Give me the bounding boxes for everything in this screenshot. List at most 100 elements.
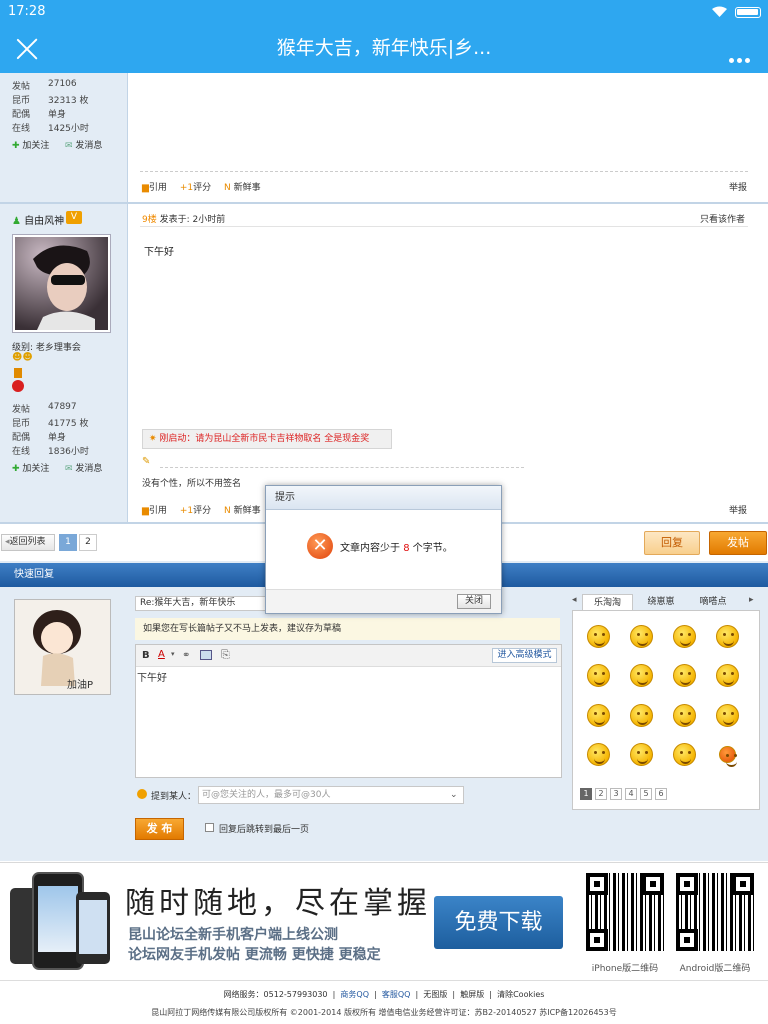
emoji-wave-icon[interactable]: [673, 743, 696, 766]
emoji-cry-icon[interactable]: [673, 704, 696, 727]
plus-icon: ✚: [12, 141, 20, 151]
footer-copyright: 昆山阿拉丁网络传媒有限公司版权所有 ©2001-2014 版权所有 增值电信业务…: [151, 1008, 617, 1017]
post2-follow-button[interactable]: ✚ 加关注: [12, 461, 49, 474]
business-qq-link[interactable]: 商务QQ: [340, 990, 369, 999]
post2-username[interactable]: ♟ 自由风神: [12, 212, 64, 227]
mention-label: 提到某人：: [151, 792, 197, 802]
emoji-tab-1[interactable]: 乐淘淘: [582, 594, 633, 610]
post1-message-button[interactable]: ✉ 发消息: [65, 138, 102, 151]
fresh-icon: N: [223, 506, 231, 516]
sparkle-icon: ✷: [149, 434, 157, 444]
reply-button[interactable]: 回复: [644, 531, 700, 555]
phones-image: [10, 870, 110, 972]
emoji-kiss-icon[interactable]: [630, 625, 653, 648]
emoji-next-icon[interactable]: ▸: [749, 595, 754, 605]
emoji-page-3[interactable]: 3: [610, 788, 622, 800]
floor-number: 9楼: [142, 215, 157, 225]
editor-text: 下午好: [137, 673, 167, 684]
emoji-page-4[interactable]: 4: [625, 788, 637, 800]
emoji-smug-icon[interactable]: [716, 704, 739, 727]
emoji-tab-3[interactable]: 嘀嗒点: [688, 594, 738, 610]
post1-quote-button[interactable]: ▆引用: [142, 183, 167, 193]
emoji-tab-2[interactable]: 绕崽崽: [636, 594, 686, 610]
only-author-link[interactable]: 只看该作者: [700, 212, 745, 225]
fresh-icon: N: [223, 183, 231, 193]
emoji-prev-icon[interactable]: ◂: [572, 595, 577, 605]
link-icon[interactable]: ⚭: [182, 650, 190, 661]
pencil-icon: ✎: [142, 456, 151, 467]
image-icon[interactable]: [200, 650, 212, 660]
avatar[interactable]: [12, 234, 111, 333]
emoji-yawn-icon[interactable]: [587, 664, 610, 687]
emoji-love-icon[interactable]: [587, 743, 610, 766]
quote-icon: ▆: [142, 183, 149, 193]
chevron-down-icon[interactable]: ▾: [171, 650, 175, 658]
emoji-cool-icon[interactable]: [673, 625, 696, 648]
quote-icon: ▆: [142, 506, 149, 516]
post1-rate-button[interactable]: +1评分: [180, 183, 211, 193]
emoji-sweat-icon[interactable]: [630, 664, 653, 687]
more-dots-icon[interactable]: [729, 58, 753, 64]
touch-version-link[interactable]: 触屏版: [460, 990, 484, 999]
android-qr-code: [673, 870, 757, 954]
emoji-page-2[interactable]: 2: [595, 788, 607, 800]
post1-fresh-button[interactable]: N 新鲜事: [224, 183, 261, 193]
banner-line-1: 昆山论坛全新手机客户端上线公测: [128, 927, 338, 943]
wifi-icon: [712, 6, 727, 17]
page-2[interactable]: 2: [79, 534, 97, 551]
post1-report-link[interactable]: 举报: [729, 180, 747, 193]
emoji-laugh-icon[interactable]: [673, 664, 696, 687]
battery-icon: [735, 7, 761, 18]
support-qq-link[interactable]: 客服QQ: [382, 990, 411, 999]
avatar-photo: [15, 237, 108, 330]
mail-icon: ✉: [65, 141, 73, 151]
publish-button[interactable]: 发 布: [135, 818, 184, 840]
clear-cookies-link[interactable]: 清除Cookies: [497, 990, 544, 999]
divider: [140, 226, 748, 227]
title-bar: 猴年大吉，新年快乐|乡...: [0, 24, 768, 73]
emoji-grin-icon[interactable]: [587, 625, 610, 648]
dialog-title: 提示: [266, 486, 501, 510]
free-download-button[interactable]: 免费下载: [434, 896, 563, 949]
medal-icon: [12, 368, 24, 392]
attachment-icon[interactable]: ⎘: [221, 648, 230, 662]
jump-checkbox[interactable]: [205, 823, 214, 832]
dialog-close-button[interactable]: 关闭: [457, 594, 491, 609]
mention-icon: [137, 789, 147, 799]
emoji-page-5[interactable]: 5: [640, 788, 652, 800]
back-to-list-button[interactable]: ◂返回列表: [1, 534, 55, 551]
post2-fresh-button[interactable]: N 新鲜事: [224, 506, 261, 516]
bold-icon[interactable]: B: [142, 650, 150, 661]
page-1[interactable]: 1: [59, 534, 77, 551]
emoji-page-1[interactable]: 1: [580, 788, 592, 800]
emoji-page-6[interactable]: 6: [655, 788, 667, 800]
signature-divider: [160, 467, 524, 468]
post1-follow-button[interactable]: ✚ 加关注: [12, 138, 49, 151]
emoji-think-icon[interactable]: [716, 664, 739, 687]
emoji-nerd-icon[interactable]: [716, 625, 739, 648]
emoji-hug-icon[interactable]: [630, 704, 653, 727]
mention-input[interactable]: 可@您关注的人，最多可@30人: [198, 786, 464, 804]
emoji-shout-icon[interactable]: [630, 743, 653, 766]
text-version-link[interactable]: 无图版: [423, 990, 447, 999]
emoji-angry-icon[interactable]: [719, 746, 737, 767]
post2-rate-button[interactable]: +1评分: [180, 506, 211, 516]
promo-banner[interactable]: ✷ 刚启动：请为昆山全新市民卡吉祥物取名 全是现金奖: [142, 429, 392, 449]
service-phone: 网络服务：0512-57993030: [223, 990, 328, 999]
post2-quote-button[interactable]: ▆引用: [142, 506, 167, 516]
android-qr-caption: Android版二维码: [679, 964, 751, 974]
font-color-icon[interactable]: A: [158, 649, 165, 660]
advanced-mode-button[interactable]: 进入高级模式: [492, 648, 557, 663]
emoji-shush-icon[interactable]: [587, 704, 610, 727]
mail-icon: ✉: [65, 464, 73, 474]
post2-message-button[interactable]: ✉ 发消息: [65, 461, 102, 474]
banner-slogan: 随时随地，尽在掌握: [125, 886, 431, 921]
footer-links: 网络服务：0512-57993030 | 商务QQ | 客服QQ | 无图版 |…: [223, 990, 545, 999]
post2-actions: ▆引用 +1评分 N 新鲜事: [142, 503, 261, 516]
status-bar: 17:28: [0, 0, 768, 24]
post-time: 发表于: 2小时前: [159, 215, 226, 225]
new-post-button[interactable]: 发帖: [709, 531, 767, 555]
rate-icon: +1: [179, 506, 194, 516]
post2-report-link[interactable]: 举报: [729, 503, 747, 516]
double-chevron-down-icon[interactable]: ⌄: [450, 790, 458, 800]
